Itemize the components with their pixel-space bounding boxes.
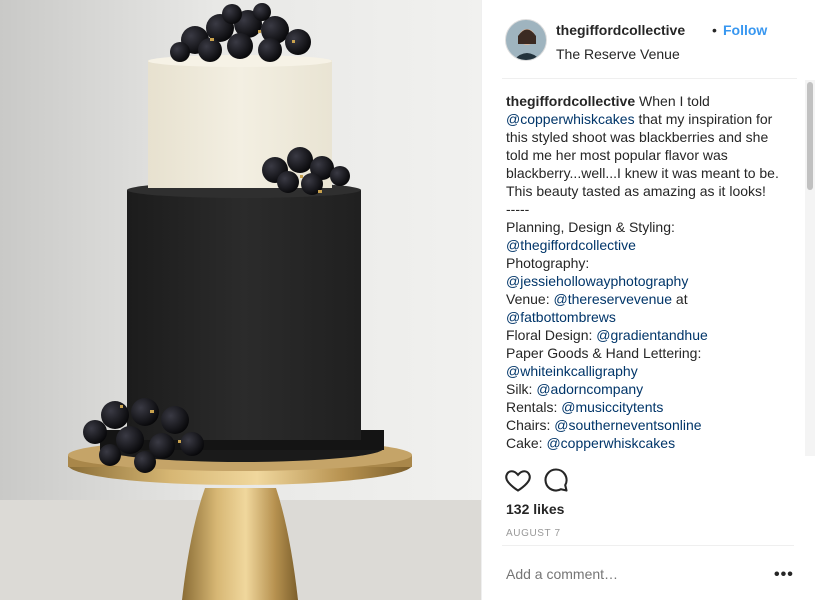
caption-text: ----- (506, 201, 530, 217)
mention-link[interactable]: @copperwhiskcakes (546, 435, 675, 451)
post-date: AUGUST 7 (506, 528, 561, 539)
caption-scrollbar[interactable] (805, 80, 815, 456)
location-link[interactable]: The Reserve Venue (556, 46, 680, 62)
caption-text: at (672, 291, 688, 307)
caption-text: Floral Design: (506, 327, 597, 343)
mention-link[interactable]: @jessiehollowayphotography (506, 273, 688, 289)
caption-text: Cake: (506, 435, 547, 451)
caption-text: Rentals: (506, 399, 562, 415)
caption-text: When I told (639, 93, 710, 109)
mention-link[interactable]: @copperwhiskcakes (506, 111, 635, 127)
caption-text: Paper Goods & Hand Lettering: (506, 345, 702, 361)
post-caption: thegiffordcollective When I told @copper… (506, 92, 784, 456)
caption-text: Venue: (506, 291, 554, 307)
profile-photo-icon (506, 20, 546, 60)
caption-author[interactable]: thegiffordcollective (506, 93, 635, 109)
caption-text: Planning, Design & Styling: (506, 219, 675, 235)
username[interactable]: thegiffordcollective (556, 22, 685, 38)
likes-count[interactable]: 132 likes (506, 501, 564, 517)
mention-link[interactable]: @thereservevenue (554, 291, 673, 307)
caption-text: Silk: (506, 381, 537, 397)
mention-link[interactable]: @southerneventsonline (554, 417, 701, 433)
mention-link[interactable]: @whiteinkcalligraphy (506, 363, 638, 379)
caption-text: Photography: (506, 255, 590, 271)
comment-input[interactable] (506, 566, 756, 582)
mention-link[interactable]: @gradientandhue (596, 327, 708, 343)
follow-button[interactable]: Follow (723, 22, 767, 38)
mention-link[interactable]: @musiccitytents (561, 399, 663, 415)
heart-icon[interactable] (504, 466, 532, 494)
mention-link[interactable]: @thegiffordcollective (506, 237, 636, 253)
divider (502, 545, 794, 546)
more-options-button[interactable]: ••• (774, 566, 794, 584)
speech-bubble-icon[interactable] (542, 466, 570, 494)
cake-image (0, 0, 481, 600)
post-side-panel: thegiffordcollective • Follow The Reserv… (481, 0, 817, 600)
post-actions (504, 466, 576, 496)
post-header: thegiffordcollective • Follow The Reserv… (502, 18, 797, 79)
mention-link[interactable]: @fatbottombrews (506, 309, 616, 325)
avatar[interactable] (505, 19, 547, 61)
separator-dot: • (712, 22, 717, 38)
post-photo[interactable] (0, 0, 481, 600)
caption-text: Chairs: (506, 417, 555, 433)
scrollbar-thumb[interactable] (807, 82, 813, 190)
mention-link[interactable]: @adorncompany (536, 381, 643, 397)
instagram-post-modal: thegiffordcollective • Follow The Reserv… (0, 0, 817, 600)
